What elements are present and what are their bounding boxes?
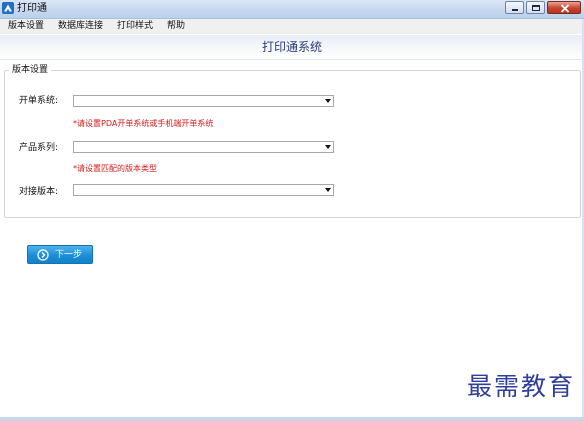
maximize-button[interactable]: [526, 1, 545, 14]
title-bar[interactable]: 打印通: [0, 0, 584, 19]
group-legend: 版本设置: [9, 65, 52, 76]
product-series-select[interactable]: [73, 141, 334, 153]
close-button[interactable]: [547, 1, 581, 14]
window-title: 打印通: [17, 3, 47, 14]
product-series-hint: *请设置匹配的版本类型: [73, 164, 157, 173]
docking-version-select[interactable]: [73, 184, 334, 196]
menu-item-database-connection[interactable]: 数据库连接: [50, 19, 109, 34]
window-controls: [505, 1, 581, 14]
version-settings-group: 版本设置 开单系统: *请设置PDA开单系统或手机端开单系统 产品系列: *请设…: [4, 65, 581, 218]
next-step-label: 下一步: [55, 249, 83, 260]
window-bottom-border: [0, 417, 584, 421]
order-system-select[interactable]: [73, 95, 334, 107]
chevron-down-icon: [325, 99, 331, 103]
menu-bar: 版本设置 数据库连接 打印样式 帮助: [0, 19, 584, 34]
field-label-docking-version: 对接版本:: [19, 187, 59, 197]
chevron-down-icon: [325, 188, 331, 192]
field-label-product-series: 产品系列:: [19, 143, 59, 153]
order-system-hint: *请设置PDA开单系统或手机端开单系统: [73, 119, 214, 128]
menu-item-version-settings[interactable]: 版本设置: [0, 19, 50, 34]
minimize-button[interactable]: [505, 1, 524, 14]
header-strip: 打印通系统: [0, 35, 584, 60]
minimize-icon: [512, 9, 518, 11]
watermark-text: 最需教育: [466, 372, 575, 401]
menu-item-print-style[interactable]: 打印样式: [109, 19, 159, 34]
maximize-icon: [532, 5, 540, 11]
page-title: 打印通系统: [261, 40, 322, 54]
arrow-right-circle-icon: [37, 248, 49, 261]
next-step-button[interactable]: 下一步: [27, 245, 93, 264]
close-icon: [560, 4, 570, 13]
app-window: 打印通 版本设置 数据库连接 打印样式 帮助 打印通系统 版本设置 开单系统: …: [0, 0, 584, 421]
field-label-order-system: 开单系统:: [19, 96, 59, 106]
menu-item-help[interactable]: 帮助: [159, 19, 191, 34]
chevron-down-icon: [325, 145, 331, 149]
app-logo-icon: [2, 2, 14, 14]
